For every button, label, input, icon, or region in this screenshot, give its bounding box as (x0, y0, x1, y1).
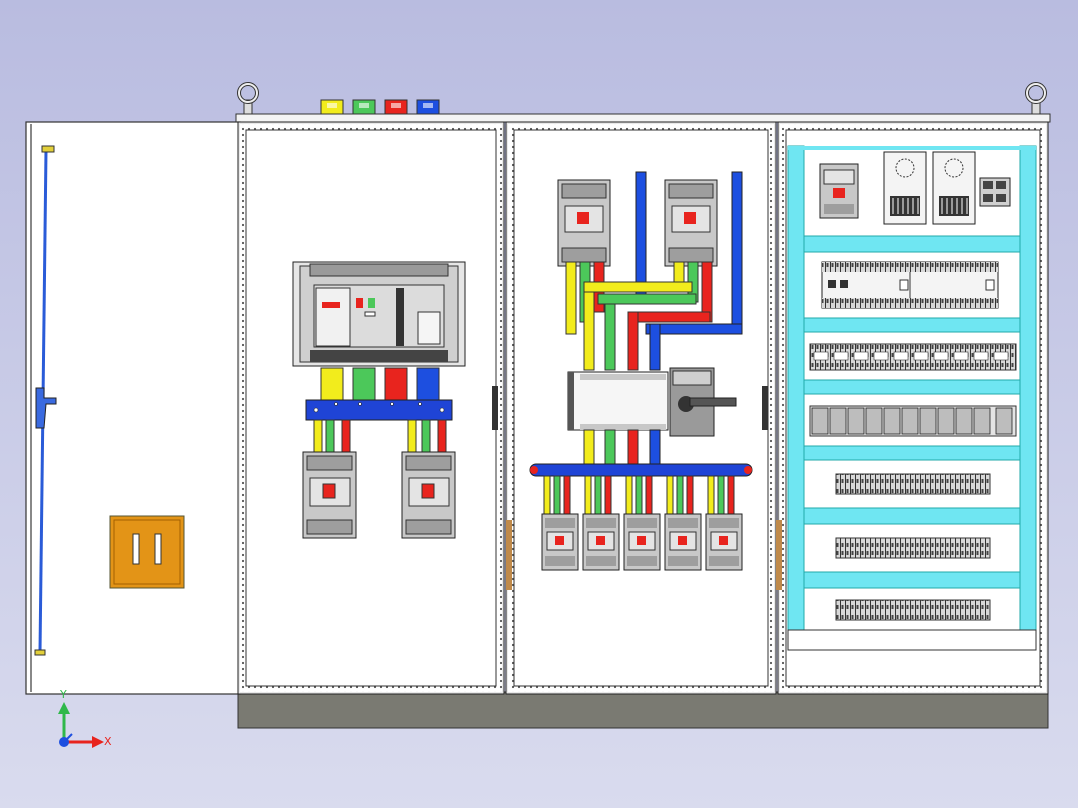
plc-controller (821, 261, 999, 309)
transfer-switch (567, 367, 737, 437)
control-section (776, 121, 1049, 695)
distribution-section (505, 121, 777, 695)
cabinet-cad-viewport[interactable]: Y X (0, 0, 1078, 808)
mccb-left (302, 451, 357, 539)
distribution-bus-support (529, 463, 753, 477)
incomer-bus-support (305, 399, 453, 421)
top-breaker-right (664, 179, 718, 267)
open-door (25, 121, 241, 695)
feeder-breakers (541, 513, 743, 571)
terminal-strip-1 (835, 473, 991, 495)
power-supply-left (883, 151, 927, 225)
incomer-section (237, 121, 505, 695)
terminal-box-icon (109, 515, 185, 589)
control-breaker (819, 163, 859, 219)
relay-block (979, 177, 1011, 207)
mccb-right (401, 451, 456, 539)
cabinet-plinth (237, 691, 1049, 729)
top-breaker-left (557, 179, 611, 267)
terminal-strip-3 (835, 599, 991, 621)
power-supply-right (932, 151, 976, 225)
terminal-strip-2 (835, 537, 991, 559)
cabinet-top-cap (235, 113, 1051, 123)
relay-row (809, 405, 1017, 437)
acb-trip-indicator (322, 302, 340, 308)
axis-y-label: Y (59, 688, 67, 701)
axis-x-label: X (104, 735, 112, 748)
main-air-circuit-breaker (292, 261, 466, 367)
